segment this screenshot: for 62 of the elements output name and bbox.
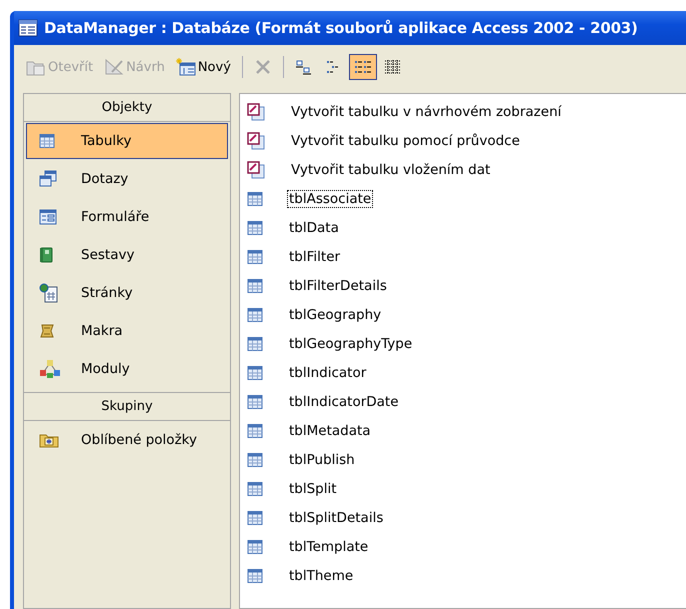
table-icon — [247, 422, 263, 438]
sidebar-item[interactable]: Moduly — [26, 351, 228, 387]
table-icon — [247, 364, 263, 380]
table-icon — [247, 306, 263, 322]
list-item[interactable]: tblMetadata — [287, 422, 373, 440]
window-title: DataManager : Databáze (Formát souborů aplikace Access 2002 - 2003) — [44, 19, 638, 37]
globe-page-icon — [39, 283, 59, 303]
view-button[interactable] — [348, 54, 377, 80]
sidebar-item[interactable]: Dotazy — [26, 161, 228, 197]
table-icon — [247, 248, 263, 264]
database-window-icon — [18, 19, 38, 37]
section-header[interactable]: Objekty — [24, 94, 230, 122]
list-item[interactable]: Vytvořit tabulku pomocí průvodce — [289, 132, 522, 150]
list-item[interactable]: tblFilterDetails — [287, 276, 389, 294]
list-item[interactable]: tblGeographyType — [287, 334, 414, 352]
list-item[interactable]: tblData — [287, 218, 341, 236]
ruler-pencil-icon — [104, 58, 124, 76]
wizard-icon — [247, 102, 265, 120]
list-item[interactable]: tblTemplate — [287, 538, 370, 556]
large-icons-icon — [294, 59, 313, 75]
table-icon — [247, 190, 263, 206]
list-item[interactable]: tblIndicatorDate — [287, 392, 401, 410]
table-icon — [247, 336, 263, 352]
list-item[interactable]: tblIndicator — [287, 364, 368, 382]
new-table-icon — [176, 58, 196, 76]
scroll-icon — [39, 323, 55, 339]
sidebar-item[interactable]: Sestavy — [26, 237, 228, 273]
query-icon — [39, 170, 57, 188]
table-icon — [247, 278, 263, 294]
list-view-icon — [352, 59, 373, 75]
table-icon — [247, 394, 263, 410]
list-item[interactable]: tblTheme — [287, 566, 356, 584]
sidebar-item[interactable]: Makra — [26, 313, 228, 349]
folder-icon — [39, 432, 59, 448]
wizard-icon — [247, 160, 265, 178]
list-item[interactable]: tblPublish — [287, 450, 357, 468]
list-item[interactable]: tblSplitDetails — [287, 508, 386, 526]
sidebar-item[interactable]: Formuláře — [26, 199, 228, 235]
toolbar-button[interactable]: Nový — [172, 54, 235, 80]
wizard-icon — [247, 132, 265, 150]
table-icon — [247, 452, 263, 468]
list-item[interactable]: tblGeography — [287, 306, 384, 324]
table-icon — [247, 568, 263, 584]
table-icon — [247, 510, 263, 526]
table-icon — [247, 538, 263, 554]
sidebar-item[interactable]: Tabulky — [26, 123, 228, 159]
table-icon — [39, 133, 55, 149]
section-header[interactable]: Skupiny — [24, 392, 230, 421]
delete-icon — [254, 58, 272, 76]
molecule-model-icon — [39, 359, 61, 379]
list-item[interactable]: tblSplit — [287, 480, 339, 498]
book-icon — [39, 247, 53, 263]
details-view-icon — [384, 59, 402, 75]
list-item[interactable]: tblAssociate — [287, 190, 374, 208]
sidebar-item[interactable]: Stránky — [26, 275, 228, 311]
list-item[interactable]: tblFilter — [287, 248, 342, 266]
sidebar-item[interactable]: Oblíbené položky — [26, 422, 228, 458]
form-icon — [39, 209, 57, 225]
list-item[interactable]: Vytvořit tabulku vložením dat — [289, 160, 492, 178]
table-icon — [247, 480, 263, 496]
table-icon — [247, 220, 263, 236]
list-item[interactable]: Vytvořit tabulku v návrhovém zobrazení — [289, 102, 564, 120]
